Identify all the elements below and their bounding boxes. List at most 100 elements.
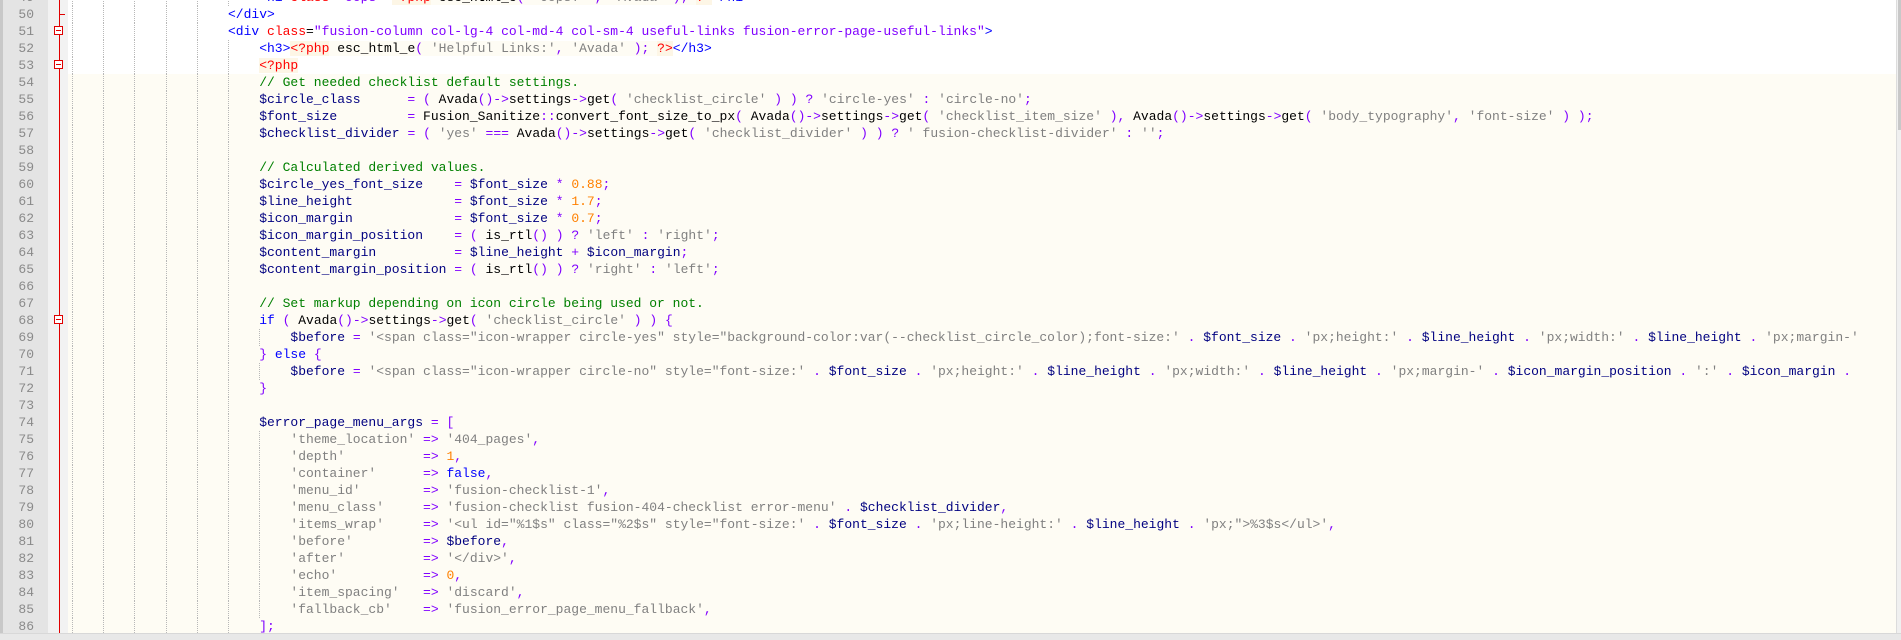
token-operator: , [1000, 500, 1009, 515]
fold-collapse-icon[interactable] [54, 60, 63, 69]
indent-guide [72, 108, 73, 125]
token-variable: $font_size [469, 194, 548, 209]
code-line: 61 $line_height = $font_size * 1.7; [0, 193, 1897, 210]
indent-guide [134, 414, 136, 431]
indent-guide [196, 431, 198, 448]
token-keyword: else [274, 347, 307, 362]
token-operator: ( [610, 92, 619, 107]
token-identifier: Avada [750, 109, 790, 124]
code-line: 63 $icon_margin_position = ( is_rtl() ) ?… [0, 227, 1897, 244]
php-region-background [68, 397, 1897, 414]
indent-guide [228, 516, 229, 533]
line-code: $circle_class = ( Avada()->settings->get… [259, 91, 1032, 108]
token-operator: . [1843, 364, 1852, 379]
code-line: 59 // Calculated derived values. [0, 159, 1897, 176]
indent-guide [228, 40, 229, 57]
indent-guide [228, 380, 229, 397]
code-line: 66 [0, 278, 1897, 295]
indent-guide [228, 533, 229, 550]
line-number: 76 [18, 449, 34, 464]
line-code: if ( Avada()->settings->get( 'checklist_… [259, 312, 673, 329]
token-variable: $circle_yes_font_size [259, 177, 424, 192]
code-line: 60 $circle_yes_font_size = $font_size * 0… [0, 176, 1897, 193]
token-operator: * [555, 177, 564, 192]
indent-guide [72, 295, 73, 312]
token-variable: $line_height [1421, 330, 1516, 345]
code-line: 80 'items_wrap' => '<ul id="%1$s" class="… [0, 516, 1897, 533]
fold-collapse-icon[interactable] [54, 315, 63, 324]
token-tag: </div> [228, 7, 275, 22]
indent-guide [228, 125, 229, 142]
code-line: 84 'item_spacing' => 'discard', [0, 584, 1897, 601]
line-code: 'theme_location' => '404_pages', [290, 431, 540, 448]
token-operator: ( [469, 228, 478, 243]
token-variable: $checklist_divider [859, 500, 1001, 515]
token-operator: => [423, 432, 439, 447]
indent-guide [134, 516, 136, 533]
indent-guide [134, 108, 136, 125]
indent-guide [165, 414, 167, 431]
indent-guide [228, 227, 229, 244]
token-identifier: is_rtl [485, 228, 533, 243]
indent-guide [103, 584, 105, 601]
line-number: 56 [18, 109, 34, 124]
token-identifier: is_rtl [485, 262, 533, 277]
indent-guide [165, 618, 167, 634]
code-line: 76 'depth' => 1, [0, 448, 1897, 465]
token-string: 'depth' [290, 449, 345, 464]
indent-guide [228, 448, 229, 465]
indent-guide [165, 227, 167, 244]
token-string: 'circle-no' [938, 92, 1024, 107]
indent-guide [228, 210, 229, 227]
indent-guide [259, 448, 261, 465]
token-operator: . [1679, 364, 1688, 379]
indent-guide [103, 448, 105, 465]
horizontal-scrollbar[interactable] [0, 633, 1901, 640]
line-code: <?php [259, 57, 299, 74]
vertical-scrollbar[interactable] [1896, 0, 1901, 634]
code-editor[interactable]: 49<h1 class="oops"><?php esc_html_e( 'Oo… [0, 0, 1897, 634]
indent-guide [259, 482, 261, 499]
indent-guide [134, 482, 136, 499]
indent-guide [134, 125, 136, 142]
line-number: 73 [18, 398, 34, 413]
line-number: 77 [18, 466, 34, 481]
fold-collapse-icon[interactable] [54, 26, 63, 35]
indent-guide [165, 108, 167, 125]
indent-guide [196, 380, 198, 397]
indent-guide [228, 261, 229, 278]
indent-guide [228, 363, 229, 380]
token-operator: , [555, 41, 564, 56]
indent-guide [72, 499, 73, 516]
token-string: 'px;margin-' [1765, 330, 1859, 345]
indent-guide [103, 380, 105, 397]
token-string: 'px;margin-' [1390, 364, 1485, 379]
token-operator: => [423, 517, 439, 532]
token-variable: $line_height [469, 245, 564, 260]
indent-guide [72, 601, 73, 618]
indent-guide [134, 57, 136, 74]
token-variable: $font_size [828, 364, 907, 379]
token-string: 'px;width:' [1164, 364, 1251, 379]
token-operator: [ [446, 415, 455, 430]
indent-guide [72, 567, 73, 584]
line-code: // Set markup depending on icon circle b… [259, 295, 704, 312]
indent-guide [134, 380, 136, 397]
indent-guide [165, 499, 167, 516]
token-string: 'right' [586, 262, 642, 277]
